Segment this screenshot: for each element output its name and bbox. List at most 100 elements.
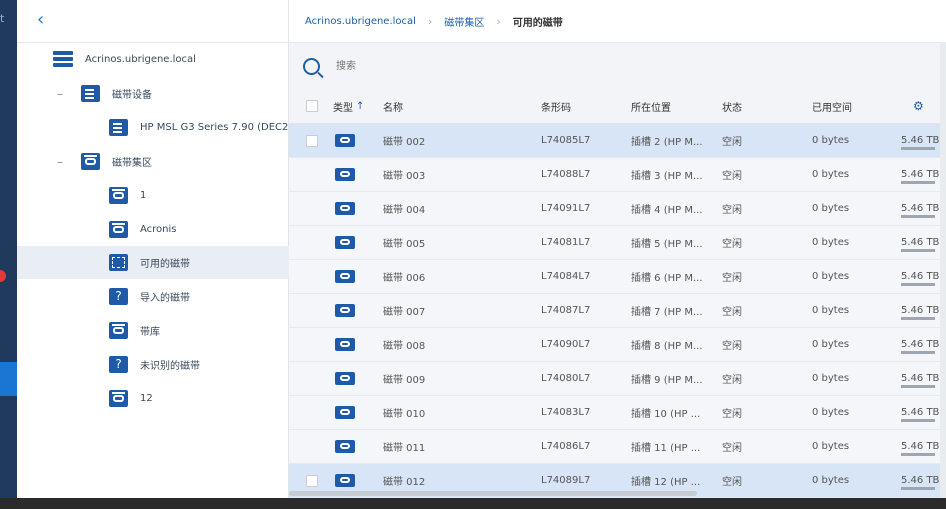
tape-used-space: 0 bytes	[812, 169, 850, 180]
tape-status: 空闲	[722, 205, 742, 216]
table-row[interactable]: 磁带 009 L74080L7 插槽 9 (HP M... 空闲 0 bytes…	[289, 362, 940, 396]
tape-used-space: 0 bytes	[812, 271, 850, 282]
tape-location: 插槽 10 (HP ...	[631, 409, 701, 420]
row-checkbox[interactable]	[306, 124, 318, 157]
table-row[interactable]: 磁带 008 L74090L7 插槽 8 (HP M... 空闲 0 bytes…	[289, 328, 940, 362]
tape-icon	[109, 322, 128, 339]
tree-node-label: Acrinos.ubrigene.local	[85, 54, 196, 65]
tree-node-label: 12	[140, 393, 153, 404]
tape-capacity: 5.46 TB	[901, 192, 940, 225]
table-row[interactable]: 磁带 004 L74091L7 插槽 4 (HP M... 空闲 0 bytes…	[289, 192, 940, 226]
back-arrow-icon[interactable]: ‹	[37, 9, 44, 30]
table-row[interactable]: 磁带 002 L74085L7 插槽 2 (HP M... 空闲 0 bytes…	[289, 124, 940, 158]
import-tape-icon: ?	[109, 288, 128, 305]
tape-status: 空闲	[722, 137, 742, 148]
tape-icon	[335, 158, 355, 191]
tape-barcode: L74084L7	[541, 271, 591, 282]
tape-used-space: 0 bytes	[812, 373, 850, 384]
column-settings-gear-icon[interactable]: ⚙	[913, 89, 924, 123]
column-header-name[interactable]: 名称	[383, 89, 403, 123]
column-header-location[interactable]: 所在位置	[631, 89, 671, 123]
select-all-checkbox[interactable]	[306, 89, 318, 123]
tape-icon	[109, 390, 128, 407]
tree-node-label: 磁带集区	[112, 158, 152, 169]
collapse-icon[interactable]: –	[57, 87, 63, 101]
tape-used-space: 0 bytes	[812, 135, 850, 146]
breadcrumb: Acrinos.ubrigene.local › 磁带集区 › 可用的磁带	[289, 0, 940, 43]
tape-icon	[335, 226, 355, 259]
tape-capacity: 5.46 TB	[901, 430, 940, 463]
tape-capacity: 5.46 TB	[901, 464, 940, 497]
table-row[interactable]: 磁带 011 L74086L7 插槽 11 (HP ... 空闲 0 bytes…	[289, 430, 940, 464]
tape-drive-icon	[109, 119, 128, 136]
tape-status: 空闲	[722, 375, 742, 386]
tape-barcode: L74085L7	[541, 135, 591, 146]
tape-location: 插槽 2 (HP M...	[631, 137, 703, 148]
column-header-barcode[interactable]: 条形码	[541, 89, 571, 123]
tree-node-label: 1	[140, 190, 147, 201]
tree-node-label: 磁带设备	[112, 90, 152, 101]
tape-barcode: L74081L7	[541, 237, 591, 248]
tape-name: 磁带 005	[383, 239, 426, 250]
active-nav-item[interactable]	[0, 362, 17, 396]
column-header-label: 类型	[333, 102, 353, 114]
tape-capacity: 5.46 TB	[901, 294, 940, 327]
collapse-icon[interactable]: –	[57, 155, 63, 169]
horizontal-scrollbar[interactable]	[289, 491, 697, 496]
tape-status: 空闲	[722, 443, 742, 454]
tree-header: ‹	[17, 0, 288, 43]
dashed-tape-icon	[109, 254, 128, 271]
table-body: 磁带 002 L74085L7 插槽 2 (HP M... 空闲 0 bytes…	[289, 124, 940, 498]
tape-drive-icon	[81, 85, 100, 102]
column-header-label: 条形码	[541, 102, 571, 114]
column-header-label: 已用空间	[812, 102, 852, 114]
chevron-right-icon: ›	[496, 14, 501, 28]
search-icon[interactable]	[303, 57, 320, 75]
tape-barcode: L74083L7	[541, 407, 591, 418]
tape-used-space: 0 bytes	[812, 407, 850, 418]
table-row[interactable]: 磁带 005 L74081L7 插槽 5 (HP M... 空闲 0 bytes…	[289, 226, 940, 260]
tape-name: 磁带 006	[383, 273, 426, 284]
breadcrumb-item[interactable]: Acrinos.ubrigene.local	[305, 16, 416, 27]
tree-node-label: 带库	[140, 327, 160, 338]
column-header-label: 名称	[383, 102, 403, 114]
column-header-used[interactable]: 已用空间	[812, 89, 852, 123]
column-header-type[interactable]: 类型 ↑	[333, 89, 364, 123]
tape-name: 磁带 009	[383, 375, 426, 386]
tape-used-space: 0 bytes	[812, 237, 850, 248]
server-icon	[53, 50, 73, 69]
search-input[interactable]	[334, 59, 538, 73]
tape-barcode: L74088L7	[541, 169, 591, 180]
column-header-label: 状态	[722, 102, 742, 114]
tree-node-root[interactable]: Acrinos.ubrigene.local	[17, 43, 324, 76]
tape-capacity: 5.46 TB	[901, 362, 940, 395]
vertical-scrollbar[interactable]	[940, 42, 946, 498]
tape-icon	[335, 396, 355, 429]
tape-capacity: 5.46 TB	[901, 396, 940, 429]
column-header-label: 所在位置	[631, 102, 671, 114]
breadcrumb-current: 可用的磁带	[512, 17, 563, 29]
tape-location: 插槽 3 (HP M...	[631, 171, 703, 182]
tree-panel: ‹ Acrinos.ubrigene.local – 磁带设备 HP MSL G…	[17, 0, 380, 498]
table-row[interactable]: 磁带 003 L74088L7 插槽 3 (HP M... 空闲 0 bytes…	[289, 158, 940, 192]
chevron-right-icon: ›	[427, 14, 433, 28]
tape-location: 插槽 4 (HP M...	[631, 205, 703, 216]
tape-barcode: L74091L7	[541, 203, 591, 214]
tape-name: 磁带 002	[383, 137, 426, 148]
tape-location: 插槽 5 (HP M...	[631, 239, 703, 250]
table-row[interactable]: 磁带 006 L74084L7 插槽 6 (HP M... 空闲 0 bytes…	[289, 260, 940, 294]
tape-used-space: 0 bytes	[812, 475, 850, 486]
taskbar-strip	[0, 498, 946, 509]
notification-dot	[0, 270, 6, 282]
tape-used-space: 0 bytes	[812, 203, 850, 214]
tape-barcode: L74087L7	[541, 305, 591, 316]
table-row[interactable]: 磁带 007 L74087L7 插槽 7 (HP M... 空闲 0 bytes…	[289, 294, 940, 328]
column-header-status[interactable]: 状态	[722, 89, 742, 123]
breadcrumb-item[interactable]: 磁带集区	[444, 14, 484, 29]
tape-capacity: 5.46 TB	[901, 158, 940, 191]
question-icon: ?	[109, 356, 128, 373]
tree-node-label: 导入的磁带	[140, 293, 190, 304]
tape-barcode: L74090L7	[541, 339, 591, 350]
table-row[interactable]: 磁带 010 L74083L7 插槽 10 (HP ... 空闲 0 bytes…	[289, 396, 940, 430]
tree-node-label: 可用的磁带	[140, 259, 190, 270]
